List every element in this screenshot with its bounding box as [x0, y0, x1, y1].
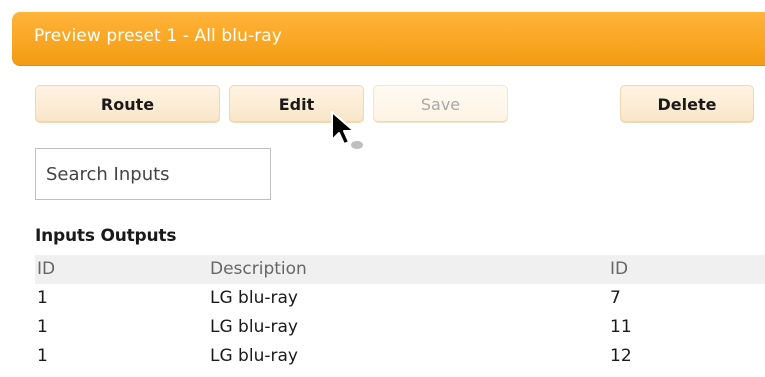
header-id: ID [37, 259, 56, 279]
output-id-cell: 11 [610, 317, 632, 337]
section-label: Inputs Outputs [35, 226, 177, 246]
description-cell: LG blu-ray [210, 288, 298, 308]
table-row[interactable]: 1 LG blu-ray 7 [35, 284, 765, 313]
table-row[interactable]: 1 LG blu-ray 12 [35, 342, 765, 371]
table-row[interactable]: 1 LG blu-ray 11 [35, 313, 765, 342]
delete-button[interactable]: Delete [620, 85, 754, 123]
panel-title: Preview preset 1 - All blu-ray [34, 26, 282, 46]
search-inputs-field[interactable] [35, 148, 271, 200]
output-id-cell: 7 [610, 288, 621, 308]
header-description: Description [210, 259, 307, 279]
description-cell: LG blu-ray [210, 346, 298, 366]
inputs-outputs-table: ID Description ID 1 LG blu-ray 7 1 LG bl… [35, 255, 765, 371]
mouse-pointer-icon [331, 111, 363, 149]
panel-title-bar: Preview preset 1 - All blu-ray [12, 12, 765, 66]
header-output-id: ID [610, 259, 629, 279]
page: Preview preset 1 - All blu-ray Route Edi… [0, 0, 765, 377]
route-button[interactable]: Route [35, 85, 220, 123]
table-header-row: ID Description ID [35, 255, 765, 284]
save-button[interactable]: Save [373, 85, 508, 123]
input-id-cell: 1 [37, 346, 48, 366]
description-cell: LG blu-ray [210, 317, 298, 337]
input-id-cell: 1 [37, 317, 48, 337]
output-id-cell: 12 [610, 346, 632, 366]
input-id-cell: 1 [37, 288, 48, 308]
